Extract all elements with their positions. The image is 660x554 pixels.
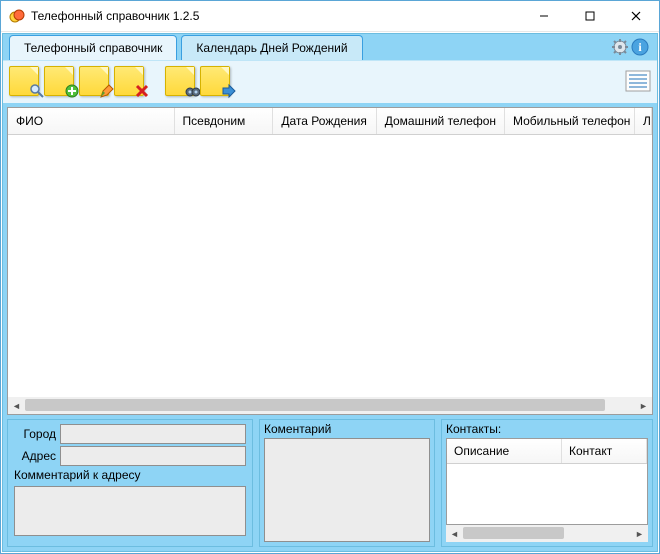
contacts-grid: Описание Контакт (446, 438, 648, 525)
contacts-grid-header: Описание Контакт (447, 439, 647, 464)
tab-phonebook[interactable]: Телефонный справочник (9, 35, 177, 60)
main-grid: ФИО Псевдоним Дата Рождения Домашний тел… (7, 107, 653, 415)
pencil-icon (99, 83, 115, 102)
grid-header: ФИО Псевдоним Дата Рождения Домашний тел… (8, 108, 652, 135)
app-icon (9, 8, 25, 24)
export-note-button[interactable] (200, 66, 233, 99)
addr-comment-textarea[interactable] (14, 486, 246, 536)
magnifier-icon (29, 83, 45, 102)
toolbar (3, 60, 657, 103)
contacts-panel: Контакты: Описание Контакт ◄ ► (441, 419, 653, 547)
scroll-track[interactable] (463, 525, 631, 542)
tab-label: Телефонный справочник (24, 41, 162, 55)
tab-birthdays[interactable]: Календарь Дней Рождений (181, 35, 362, 60)
edit-note-button[interactable] (79, 66, 112, 99)
scroll-right-button[interactable]: ► (631, 525, 648, 542)
contacts-grid-body[interactable] (447, 464, 647, 524)
scroll-right-button[interactable]: ► (635, 397, 652, 414)
city-input[interactable] (60, 424, 246, 444)
plus-icon (64, 83, 80, 102)
maximize-button[interactable] (567, 1, 613, 31)
scroll-thumb[interactable] (463, 527, 564, 539)
arrow-right-icon (220, 83, 236, 102)
address-panel: Город Адрес Комментарий к адресу (7, 419, 253, 547)
x-icon (134, 83, 150, 102)
addr-comment-label: Комментарий к адресу (14, 468, 246, 484)
col-birth[interactable]: Дата Рождения (273, 108, 376, 134)
tab-label: Календарь Дней Рождений (196, 41, 347, 55)
search-note-button[interactable] (9, 66, 42, 99)
tab-bar: Телефонный справочник Календарь Дней Рож… (3, 34, 657, 60)
scroll-left-button[interactable]: ◄ (8, 397, 25, 414)
scroll-thumb[interactable] (25, 399, 605, 411)
contacts-hscrollbar[interactable]: ◄ ► (446, 525, 648, 542)
close-button[interactable] (613, 1, 659, 31)
address-input[interactable] (60, 446, 246, 466)
col-description[interactable]: Описание (447, 439, 562, 463)
col-mobile[interactable]: Мобильный телефон (505, 108, 635, 134)
bottom-panels: Город Адрес Комментарий к адресу Комента… (7, 419, 653, 547)
col-alias[interactable]: Псевдоним (175, 108, 274, 134)
grid-body[interactable] (8, 135, 652, 397)
scroll-track[interactable] (25, 397, 635, 414)
gear-icon[interactable] (611, 38, 629, 59)
window-title: Телефонный справочник 1.2.5 (31, 9, 521, 23)
comment-textarea[interactable] (264, 438, 430, 542)
contacts-title: Контакты: (442, 422, 652, 438)
delete-note-button[interactable] (114, 66, 147, 99)
address-label: Адрес (14, 449, 60, 463)
titlebar: Телефонный справочник 1.2.5 (1, 1, 659, 32)
scroll-left-button[interactable]: ◄ (446, 525, 463, 542)
city-label: Город (14, 427, 60, 441)
col-contact[interactable]: Контакт (562, 439, 647, 463)
add-note-button[interactable] (44, 66, 77, 99)
list-view-button[interactable] (625, 70, 651, 95)
header-icons: i (611, 38, 649, 59)
col-fio[interactable]: ФИО (8, 108, 175, 134)
grid-hscrollbar[interactable]: ◄ ► (8, 397, 652, 414)
find-note-button[interactable] (165, 66, 198, 99)
minimize-button[interactable] (521, 1, 567, 31)
col-home[interactable]: Домашний телефон (377, 108, 505, 134)
comment-panel: Коментарий (259, 419, 435, 547)
info-icon[interactable]: i (631, 38, 649, 59)
binoculars-icon (185, 83, 201, 102)
app-window: Телефонный справочник 1.2.5 Телефонный с… (0, 0, 660, 554)
col-l[interactable]: Л (635, 108, 652, 134)
client-area: Телефонный справочник Календарь Дней Рож… (2, 33, 658, 552)
comment-label: Коментарий (260, 422, 434, 438)
